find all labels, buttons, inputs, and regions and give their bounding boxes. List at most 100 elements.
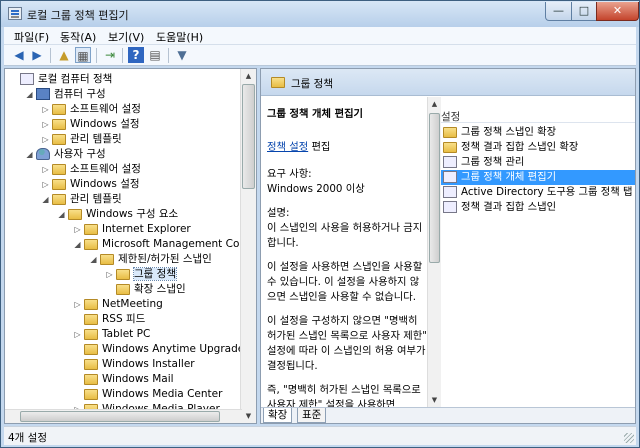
scroll-down-arrow-icon[interactable]: ▼	[241, 409, 256, 423]
expand-icon[interactable]: ▷	[73, 327, 82, 342]
menu-bar: 파일(F) 동작(A) 보기(V) 도움말(H)	[4, 27, 636, 45]
export-list-icon[interactable]: ⇥	[102, 47, 118, 63]
tree-item[interactable]: ◢ 컴퓨터 구성	[25, 87, 106, 102]
tree-item[interactable]: ▷ Windows 설정	[41, 117, 140, 132]
scroll-down-arrow-icon[interactable]: ▼	[428, 393, 441, 407]
policy-icon	[20, 73, 34, 85]
tree-item[interactable]: ▷ 소프트웨어 설정	[41, 102, 141, 117]
menu-file[interactable]: 파일(F)	[14, 29, 49, 45]
folder-icon	[84, 239, 98, 250]
menu-view[interactable]: 보기(V)	[108, 29, 144, 45]
scrollbar-thumb[interactable]	[429, 113, 440, 263]
folder-icon	[84, 329, 98, 340]
tree-item-label: Windows 구성 요소	[86, 208, 179, 220]
tree-item[interactable]: ▷ NetMeeting	[73, 297, 163, 312]
resize-grip-icon[interactable]	[624, 433, 634, 443]
tree-item[interactable]: ▷ Tablet PC	[73, 327, 150, 342]
folder-icon	[116, 284, 130, 295]
collapse-icon[interactable]: ◢	[73, 237, 82, 252]
policy-settings-link[interactable]: 정책 설정	[267, 141, 308, 153]
help-icon[interactable]: ?	[128, 47, 144, 63]
tree-item[interactable]: 로컬 컴퓨터 정책	[9, 72, 112, 87]
details-header-title: 그룹 정책	[291, 78, 333, 90]
settings-item-label: 그룹 정책 개체 편집기	[461, 171, 557, 183]
collapse-icon[interactable]: ◢	[25, 87, 34, 102]
folder-icon	[84, 389, 98, 400]
close-button[interactable]: ✕	[596, 2, 639, 21]
tree-item[interactable]: ▷ 소프트웨어 설정	[41, 162, 141, 177]
settings-list-item[interactable]: 정책 결과 집합 스냅인 확장	[441, 140, 635, 155]
tree-item-label: 컴퓨터 구성	[54, 88, 106, 100]
user-icon	[36, 148, 50, 160]
properties-icon[interactable]: ▤	[147, 47, 163, 63]
expand-icon[interactable]: ▷	[41, 102, 50, 117]
tab-standard[interactable]: 표준	[297, 408, 327, 423]
folder-icon	[443, 127, 457, 138]
expand-icon[interactable]: ▷	[73, 297, 82, 312]
settings-list-item[interactable]: 그룹 정책 관리	[441, 155, 635, 170]
folder-icon	[52, 194, 66, 205]
main-window: 로컬 그룹 정책 편집기 — □ ✕ 파일(F) 동작(A) 보기(V) 도움말…	[0, 0, 640, 448]
menu-help[interactable]: 도움말(H)	[156, 29, 203, 45]
tree-item[interactable]: ▷ Internet Explorer	[73, 222, 191, 237]
expand-icon[interactable]: ▷	[41, 132, 50, 147]
tree-item[interactable]: ◢ 제한된/허가된 스냅인	[89, 252, 212, 267]
folder-icon	[84, 344, 98, 355]
folder-icon	[443, 142, 457, 153]
forward-arrow-icon[interactable]: ▶	[29, 47, 45, 63]
tree-item[interactable]: Windows Anytime Upgrade	[73, 342, 244, 357]
description-panel: 그룹 정책 개체 편집기 정책 설정 편집 요구 사항: Windows 200…	[267, 107, 427, 413]
collapse-icon[interactable]: ◢	[57, 207, 66, 222]
menu-action[interactable]: 동작(A)	[60, 29, 96, 45]
tree-vertical-scrollbar[interactable]: ▲ ▼	[240, 69, 256, 423]
tree-horizontal-scrollbar[interactable]	[5, 409, 242, 423]
tree-item[interactable]: ◢ 사용자 구성	[25, 147, 106, 162]
collapse-icon[interactable]: ◢	[89, 252, 98, 267]
minimize-button[interactable]: —	[545, 2, 572, 21]
tree-item[interactable]: Windows Mail	[73, 372, 174, 387]
folder-icon	[52, 104, 66, 115]
filter-icon[interactable]: ▼	[174, 47, 190, 63]
tree-item-label: Windows Mail	[102, 373, 174, 385]
collapse-icon[interactable]: ◢	[41, 192, 50, 207]
scroll-up-arrow-icon[interactable]: ▲	[428, 97, 441, 111]
up-folder-icon[interactable]: ▲	[56, 47, 72, 63]
tree-item-label: Microsoft Management Console	[102, 238, 257, 250]
show-hide-tree-icon[interactable]: ▦	[75, 47, 91, 63]
tree-item[interactable]: ▷ 그룹 정책	[105, 267, 177, 282]
expand-icon[interactable]: ▷	[41, 162, 50, 177]
settings-list-item[interactable]: 정책 결과 집합 스냅인	[441, 200, 635, 215]
tree-item[interactable]: ◢ Windows 구성 요소	[57, 207, 178, 222]
expand-icon[interactable]: ▷	[73, 222, 82, 237]
maximize-button[interactable]: □	[571, 2, 597, 21]
tree-item[interactable]: Windows Installer	[73, 357, 195, 372]
back-arrow-icon[interactable]: ◀	[11, 47, 27, 63]
tree-item[interactable]: RSS 피드	[73, 312, 145, 327]
tree-item[interactable]: ◢ 관리 템플릿	[41, 192, 122, 207]
tree-item[interactable]: Windows Media Center	[73, 387, 222, 402]
settings-list-item[interactable]: 그룹 정책 스냅인 확장	[441, 125, 635, 140]
description-scrollbar[interactable]: ▲ ▼	[427, 97, 441, 407]
folder-icon	[84, 374, 98, 385]
tree-item[interactable]: ◢ Microsoft Management Console	[73, 237, 257, 252]
collapse-icon[interactable]: ◢	[25, 147, 34, 162]
tree-item[interactable]: ▷ 관리 템플릿	[41, 132, 122, 147]
tree-item-label: 소프트웨어 설정	[70, 163, 141, 175]
app-icon	[8, 7, 22, 20]
scroll-up-arrow-icon[interactable]: ▲	[241, 69, 256, 83]
expand-icon[interactable]: ▷	[105, 267, 114, 282]
description-paragraph: 이 설정을 사용하면 스냅인을 사용할 수 있습니다. 이 설정을 사용하지 않…	[267, 261, 423, 303]
folder-icon	[84, 224, 98, 235]
settings-list-item[interactable]: 그룹 정책 개체 편집기	[441, 170, 635, 185]
settings-list-item[interactable]: Active Directory 도구용 그룹 정책 탭	[441, 185, 635, 200]
description-paragraph: 이 설정을 구성하지 않으면 "명백히 허가된 스냅인 목록으로 사용자 제한"…	[267, 315, 427, 372]
tree-item[interactable]: ▷ Windows 설정	[41, 177, 140, 192]
folder-icon	[52, 179, 66, 190]
tree-item[interactable]: 확장 스냅인	[105, 282, 186, 297]
settings-item-label: Active Directory 도구용 그룹 정책 탭	[461, 186, 633, 198]
expand-icon[interactable]: ▷	[41, 117, 50, 132]
tab-extended[interactable]: 확장	[263, 408, 293, 423]
scrollbar-thumb[interactable]	[242, 84, 255, 189]
scrollbar-thumb[interactable]	[20, 411, 220, 422]
expand-icon[interactable]: ▷	[41, 177, 50, 192]
